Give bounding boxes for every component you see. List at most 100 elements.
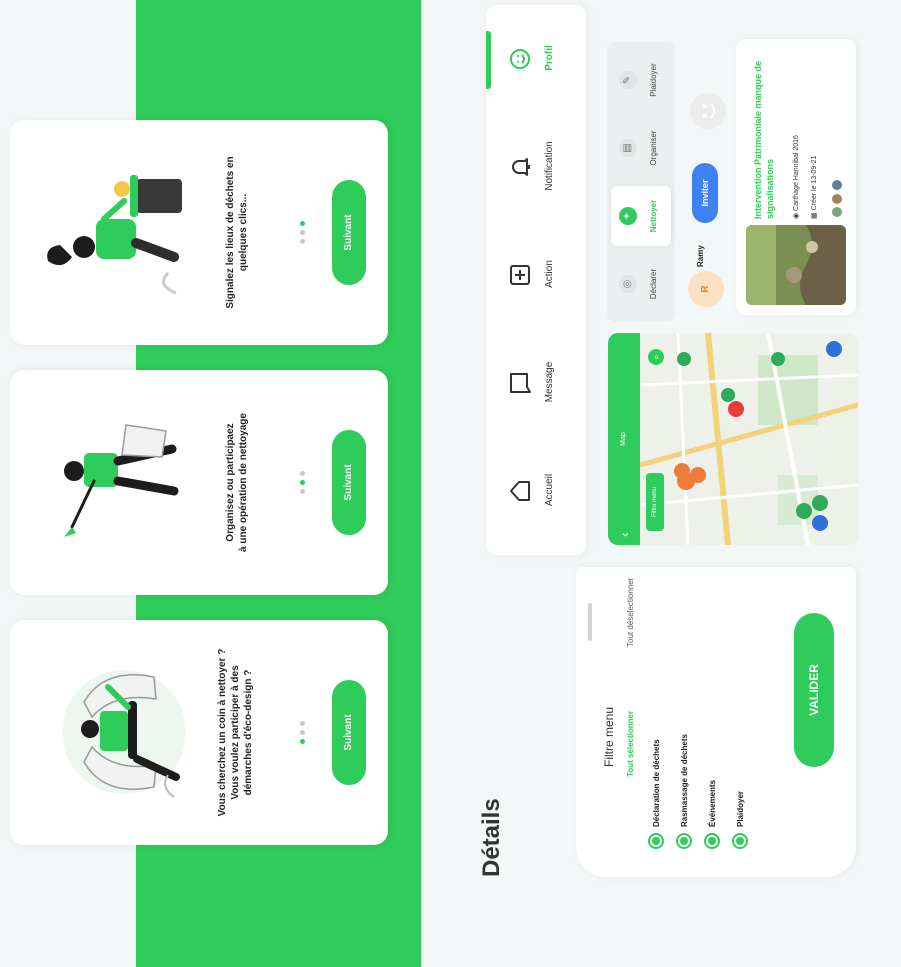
avatar <box>830 191 844 206</box>
declare-icon: ◎ <box>619 275 637 293</box>
nav-item-label: Message <box>544 361 555 403</box>
nav-item-accueil[interactable]: Accueil <box>500 445 580 535</box>
dot <box>300 230 305 235</box>
map-pin[interactable] <box>826 341 842 357</box>
action-label: Organiser <box>649 130 658 166</box>
dot <box>300 239 305 244</box>
filter-option-declaration[interactable]: Déclaration de déchets <box>648 739 664 849</box>
avatar <box>830 205 844 219</box>
event-title: Intervention Patrimoniale manque de sign… <box>753 60 775 219</box>
avatar: R <box>688 271 724 307</box>
participant-avatars <box>830 178 846 219</box>
map-pin[interactable] <box>728 401 744 417</box>
dot-active <box>300 739 305 744</box>
next-button[interactable]: Suivant <box>332 680 366 785</box>
bottom-navigation: Accueil Message Action Notification Prof… <box>486 5 586 555</box>
dot-active <box>300 480 305 485</box>
onboarding-card-ecodesign: Vous cherchez un coin à nettoyer ? Vous … <box>10 620 388 845</box>
organise-icon: ▤ <box>619 139 637 157</box>
broom-icon: ✦ <box>619 207 637 225</box>
filter-option-label: Plaidoyer <box>735 790 745 827</box>
nav-item-action[interactable]: Action <box>500 229 580 319</box>
invite-button[interactable]: Inviter <box>692 163 718 223</box>
nav-item-label: Profil <box>544 45 555 71</box>
map-pin[interactable] <box>812 495 828 511</box>
nav-item-label: Accueil <box>544 473 555 507</box>
nav-item-profil[interactable]: Profil <box>500 13 580 103</box>
onboarding-card-report: Signalez les lieux de déchets en quelque… <box>10 120 388 345</box>
next-button[interactable]: Suivant <box>332 180 366 285</box>
radio-checked-icon[interactable] <box>676 833 692 849</box>
search-icon[interactable]: ⌕ <box>648 349 664 365</box>
home-icon <box>510 481 530 501</box>
radio-checked-icon[interactable] <box>732 833 748 849</box>
message-icon <box>510 373 531 393</box>
map-card[interactable]: ‹ Map Filtre menu ⌕ <box>608 333 858 545</box>
page-title: Détails <box>478 798 505 877</box>
action-plaidoyer[interactable]: ✎ Plaidoyer <box>611 50 671 110</box>
ecodesign-illustration <box>62 670 186 798</box>
caption-line: démarches d'éco-design ? <box>243 669 254 796</box>
active-tab-indicator <box>486 31 491 89</box>
action-organiser[interactable]: ▤ Organiser <box>611 118 671 178</box>
avatar <box>830 178 844 193</box>
radio-checked-icon[interactable] <box>648 833 664 849</box>
plus-square-icon <box>510 265 530 285</box>
pagination-dots <box>292 120 310 345</box>
dot <box>300 471 305 476</box>
dot-active <box>300 221 305 226</box>
megaphone-icon: ✎ <box>619 71 637 89</box>
map-pin[interactable] <box>690 467 706 483</box>
filter-option-pickup[interactable]: Rasmassage de déchets <box>676 734 692 849</box>
filter-menu-panel: Filtre menu Tout sélectionner Tout désel… <box>576 567 856 877</box>
action-label: Nettoyer <box>649 199 658 233</box>
smile-icon <box>510 49 530 69</box>
filter-option-label: Événements <box>707 779 717 827</box>
filter-option-events[interactable]: Événements <box>704 780 720 849</box>
map-pin[interactable] <box>812 515 828 531</box>
caption-line: Vous voulez participer à des <box>230 665 241 800</box>
report-waste-illustration <box>47 175 182 295</box>
filter-menu-chip[interactable]: Filtre menu <box>646 473 664 531</box>
filter-menu-title: Filtre menu <box>602 706 616 767</box>
location-pin-icon: ◉ <box>793 212 800 219</box>
map-pin[interactable] <box>674 463 690 479</box>
caption-line: quelques clics... <box>238 193 249 272</box>
action-label: Plaidoyer <box>649 63 658 97</box>
caption-line: Signalez les lieux de déchets en <box>225 156 236 309</box>
cleanup-illustration <box>64 424 179 537</box>
event-card[interactable]: Intervention Patrimoniale manque de sign… <box>736 39 856 315</box>
filter-option-label: Déclaration de déchets <box>651 739 661 827</box>
design-canvas: Vous cherchez un coin à nettoyer ? Vous … <box>0 0 901 967</box>
action-declarer[interactable]: ◎ Déclarer <box>611 254 671 314</box>
nav-item-message[interactable]: Message <box>500 337 580 427</box>
map-pin[interactable] <box>677 352 691 366</box>
nav-item-label: Action <box>544 260 555 288</box>
validate-button[interactable]: VALIDER <box>794 613 834 767</box>
smiley-placeholder-icon <box>690 93 726 129</box>
next-button[interactable]: Suivant <box>332 430 366 535</box>
map-pin[interactable] <box>771 352 785 366</box>
nav-item-notification[interactable]: Notification <box>500 121 580 211</box>
action-selector: ◎ Déclarer ✦ Nettoyer ▤ Organiser ✎ Plai… <box>607 42 675 322</box>
caption-line: Vous cherchez un coin à nettoyer ? <box>217 648 228 817</box>
event-photo <box>746 225 846 305</box>
action-nettoyer[interactable]: ✦ Nettoyer <box>611 186 671 246</box>
map-pin[interactable] <box>721 388 735 402</box>
nav-item-label: Notification <box>544 141 555 191</box>
caption-line: Organisez ou participaez <box>225 423 236 542</box>
deselect-all-link[interactable]: Tout déselectionner <box>626 578 635 647</box>
action-label: Déclarer <box>649 268 658 300</box>
filter-option-advocacy[interactable]: Plaidoyer <box>732 791 748 849</box>
select-all-link[interactable]: Tout sélectionner <box>626 711 635 777</box>
radio-checked-icon[interactable] <box>704 833 720 849</box>
dot <box>300 489 305 494</box>
onboarding-caption: Signalez les lieux de déchets en quelque… <box>224 130 250 335</box>
onboarding-caption: Organisez ou participaez à une opération… <box>224 380 250 585</box>
caption-line: à une opération de nettoyage <box>238 413 249 552</box>
map-pin[interactable] <box>796 503 812 519</box>
filter-option-label: Rasmassage de déchets <box>679 734 689 827</box>
onboarding-caption: Vous cherchez un coin à nettoyer ? Vous … <box>216 630 255 835</box>
dot <box>300 730 305 735</box>
drag-handle[interactable] <box>588 603 592 641</box>
